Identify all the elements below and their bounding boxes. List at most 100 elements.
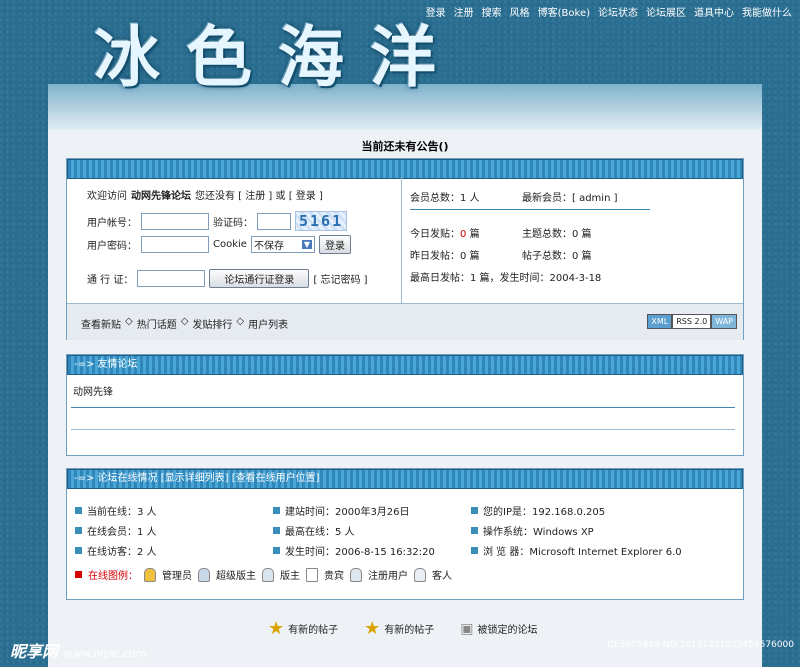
legend-registered: 注册用户 (368, 571, 408, 582)
username-label: 用户帐号： (87, 217, 137, 229)
watermark-id: ID:5605889 NO:20131231022456576000 (607, 640, 794, 650)
watermark-text: 昵享网 (10, 642, 59, 661)
nav-style[interactable]: 风格 (510, 4, 530, 19)
legend-guest: 客人 (432, 571, 452, 582)
link-separator: ◇ (125, 316, 133, 327)
new-posts-icon: ★ (268, 618, 285, 639)
login-panel: 欢迎访问 动网先锋论坛 您还没有 [ 注册 ] 或 [ 登录 ] 用户帐号： 验… (66, 158, 744, 340)
friend-forum-link[interactable]: 动网先锋 (73, 383, 113, 398)
username-input[interactable] (141, 212, 209, 230)
legend-new-posts-2: 有新的帖子 (384, 625, 435, 636)
nav-forum-status[interactable]: 论坛状态 (598, 4, 638, 19)
friend-forums-title: -=> 友情论坛 (67, 355, 743, 375)
online-members: 在线会员：1 人 (87, 527, 157, 538)
bullet-icon (471, 547, 478, 554)
passport-input[interactable] (137, 270, 206, 287)
online-legend: 在线图例： 管理员 超级版主 版主 贵宾 注册用户 客人 (75, 567, 452, 582)
quick-links: 查看新贴 ◇ 热门话题 ◇ 发贴排行 ◇ 用户列表 (81, 316, 288, 331)
registered-user-icon (350, 567, 362, 582)
legend-new-posts: 有新的帖子 (288, 625, 339, 636)
chevron-down-icon: ▼ (301, 240, 312, 249)
legend-locked-forum: 被锁定的论坛 (477, 625, 538, 636)
captcha-label: 验证码： (213, 217, 253, 229)
bullet-icon (273, 547, 280, 554)
link-separator: ◇ (180, 316, 189, 327)
online-panel-title[interactable]: -=> 论坛在线情况 [显示详细列表] [查看在线用户位置] (67, 469, 743, 489)
max-online: 最高在线：5 人 (285, 527, 355, 538)
password-label: 用户密码： (87, 241, 137, 252)
link-separator: ◇ (236, 316, 245, 327)
stat-today-posts: 今日发贴：0 篇 (410, 225, 480, 240)
legend-admin: 管理员 (162, 571, 192, 582)
stat-posts-total: 帖子总数：0 篇 (522, 251, 592, 262)
nav-forum-showcase[interactable]: 论坛展区 (646, 4, 686, 19)
online-guests: 在线访客：2 人 (87, 547, 157, 558)
link-hot-topics[interactable]: 热门话题 (137, 316, 177, 331)
nav-help[interactable]: 我能做什么 (742, 4, 792, 19)
nav-register[interactable]: 注册 (454, 4, 474, 19)
bullet-icon (75, 527, 82, 534)
logo-char: 冰 (94, 18, 160, 96)
bullet-icon (75, 547, 82, 554)
today-posts-value: 0 (460, 229, 467, 240)
legend-label: 在线图例： (88, 571, 138, 582)
stat-members: 会员总数：1 人 (410, 193, 480, 204)
today-posts-unit: 篇 (469, 229, 480, 240)
nav-props-center[interactable]: 道具中心 (694, 4, 734, 19)
forum-name[interactable]: 动网先锋论坛 (131, 187, 191, 202)
welcome-prefix: 欢迎访问 (87, 191, 127, 202)
vip-icon (306, 567, 318, 582)
nav-blog[interactable]: 博客(Boke) (538, 4, 590, 19)
bullet-icon (273, 527, 280, 534)
link-user-list[interactable]: 用户列表 (248, 316, 288, 331)
new-posts-icon: ★ (364, 618, 381, 639)
bullet-icon (75, 507, 82, 514)
guest-icon (414, 567, 426, 582)
divider (71, 429, 735, 430)
quick-links-bar: 查看新贴 ◇ 热门话题 ◇ 发贴排行 ◇ 用户列表 XML RSS 2.0 WA… (67, 303, 743, 340)
forgot-password-link[interactable]: [ 忘记密码 ] (313, 271, 367, 286)
wap-badge[interactable]: WAP (711, 314, 737, 329)
online-current: 当前在线：3 人 (87, 507, 157, 518)
login-button[interactable]: 登录 (318, 235, 351, 254)
forum-icon-legend: ★ 有新的帖子 ★ 有新的帖子 ▣ 被锁定的论坛 (268, 618, 538, 639)
operating-system: 操作系统：Windows XP (483, 527, 594, 538)
logo-char: 色 (186, 18, 252, 96)
forum-logo[interactable]: 冰 色 海 洋 (86, 10, 444, 104)
friend-forums-panel: -=> 友情论坛 动网先锋 (66, 354, 744, 456)
captcha-input[interactable] (257, 212, 291, 230)
today-posts-label: 今日发贴： (410, 229, 460, 240)
passport-label: 通 行 证： (87, 275, 134, 286)
passport-login-button[interactable]: 论坛通行证登录 (209, 269, 310, 288)
super-moderator-icon (198, 567, 210, 582)
legend-super-moderator: 超级版主 (216, 571, 256, 582)
peak-time: 发生时间：2006-8-15 16:32:20 (285, 547, 435, 558)
bullet-icon (273, 507, 280, 514)
locked-forum-icon: ▣ (460, 620, 474, 637)
stat-max-day: 最高日发帖：1 篇，发生时间：2004-3-18 (410, 273, 602, 284)
bullet-icon (471, 527, 478, 534)
announcement: 当前还未有公告() (361, 140, 449, 153)
xml-badge[interactable]: XML (647, 314, 673, 329)
legend-moderator: 版主 (280, 571, 300, 582)
logo-char: 海 (278, 18, 344, 96)
rss-badge[interactable]: RSS 2.0 (672, 314, 712, 329)
feed-badges: XML RSS 2.0 WAP (647, 314, 737, 329)
password-input[interactable] (141, 236, 209, 253)
watermark-url: www.nipic.com (64, 647, 147, 660)
stat-newest-member[interactable]: 最新会员：[ admin ] (522, 189, 618, 204)
link-new-posts[interactable]: 查看新贴 (81, 316, 121, 331)
online-panel: -=> 论坛在线情况 [显示详细列表] [查看在线用户位置] 当前在线：3 人 … (66, 468, 744, 600)
browser: 浏 览 器：Microsoft Internet Explorer 6.0 (483, 547, 682, 558)
moderator-icon (262, 567, 274, 582)
cookie-label: Cookie (213, 239, 247, 250)
watermark-logo: 昵享网 www.nipic.com (10, 638, 147, 662)
link-post-ranking[interactable]: 发贴排行 (192, 316, 232, 331)
logo-char: 洋 (370, 18, 436, 96)
cookie-select[interactable]: 不保存 ▼ (250, 236, 315, 253)
nav-search[interactable]: 搜索 (482, 4, 502, 19)
welcome-suffix[interactable]: 您还没有 [ 注册 ] 或 [ 登录 ] (195, 187, 323, 202)
stat-yesterday-posts: 昨日发帖：0 篇 (410, 251, 480, 262)
captcha-image[interactable]: 5161 (295, 211, 348, 231)
your-ip: 您的IP是：192.168.0.205 (483, 507, 606, 518)
